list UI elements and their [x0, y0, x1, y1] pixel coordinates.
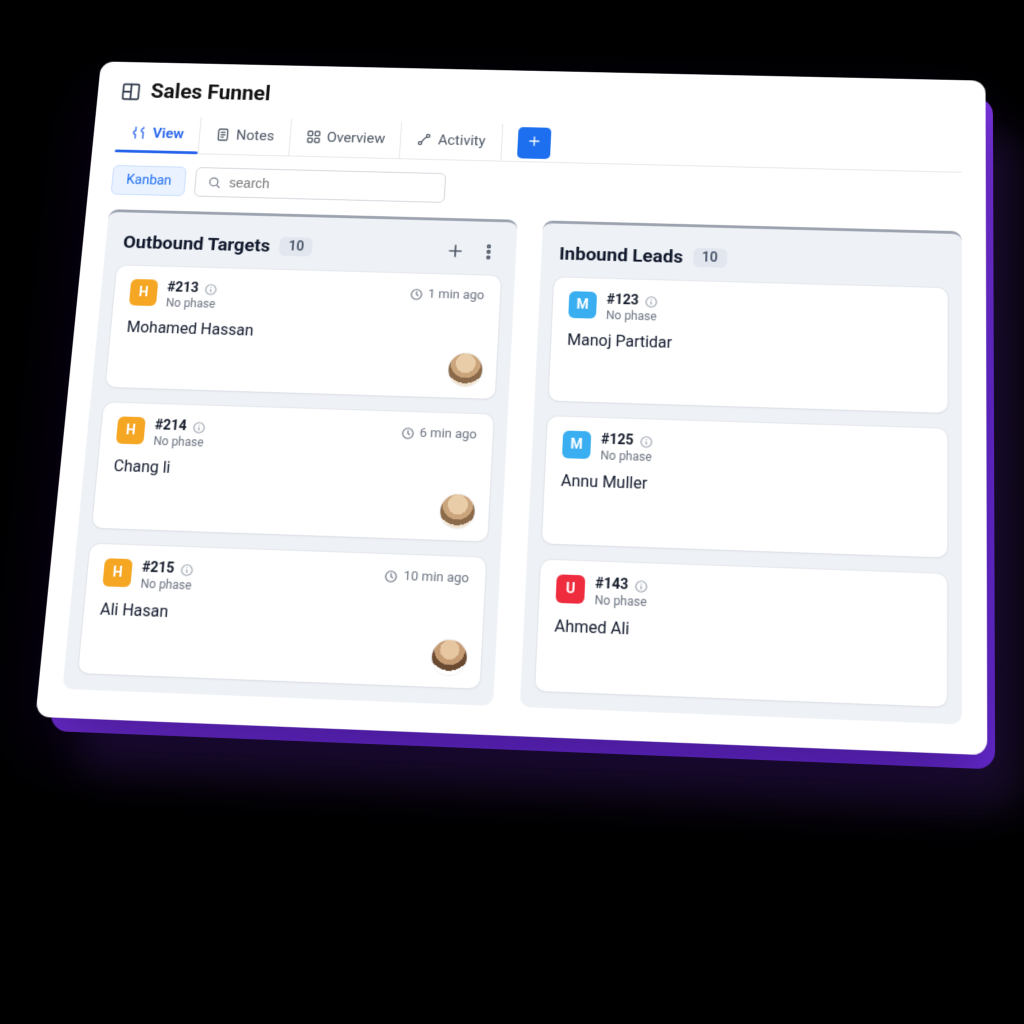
card-name: Manoj Partidar [567, 330, 932, 359]
view-mode-label: Kanban [126, 173, 173, 189]
kanban-card[interactable]: H #214 No phase 6 min ago [92, 402, 494, 541]
search-icon [207, 175, 222, 190]
tab-activity[interactable]: Activity [400, 122, 503, 161]
card-initial-badge: H [102, 558, 132, 587]
card-timestamp: 10 min ago [384, 568, 470, 586]
kanban-columns: Outbound Targets 10 [62, 209, 961, 724]
add-tab-button[interactable] [517, 127, 551, 159]
route-icon [416, 132, 432, 147]
grid-icon [305, 129, 321, 144]
column-title: Outbound Targets [122, 231, 271, 256]
page-title: Sales Funnel [120, 80, 962, 122]
assignee-avatar[interactable] [431, 639, 468, 675]
card-name: Ali Hasan [99, 599, 467, 632]
card-timestamp: 6 min ago [400, 425, 477, 442]
card-initial-badge: H [129, 279, 158, 306]
info-icon[interactable] [204, 282, 219, 296]
card-phase: No phase [600, 448, 653, 464]
kanban-card[interactable]: M #123 No phase Manoj Partidar [549, 277, 948, 413]
tab-notes[interactable]: Notes [198, 117, 291, 156]
tab-label: Notes [235, 127, 274, 144]
add-card-button[interactable] [445, 241, 466, 260]
card-name: Annu Muller [561, 471, 931, 502]
column-inbound-leads: Inbound Leads 10 M #123 No phase [520, 220, 962, 724]
card-name: Mohamed Hassan [126, 318, 483, 347]
assignee-avatar[interactable] [448, 353, 484, 387]
card-phase: No phase [594, 593, 648, 609]
column-count: 10 [693, 247, 727, 267]
card-initial-badge: H [116, 416, 146, 444]
info-icon[interactable] [180, 562, 195, 577]
card-initial-badge: U [556, 574, 586, 604]
card-id: #143 [595, 576, 629, 593]
info-icon[interactable] [645, 294, 659, 308]
tab-label: Activity [438, 132, 486, 150]
clock-icon [384, 569, 399, 584]
card-initial-badge: M [568, 291, 597, 319]
page-title-text: Sales Funnel [150, 81, 272, 106]
card-phase: No phase [165, 296, 217, 311]
column-menu-button[interactable] [478, 242, 499, 261]
kanban-card[interactable]: U #143 No phase Ahmed Ali [535, 560, 947, 707]
tab-view[interactable]: View [115, 115, 202, 153]
info-icon[interactable] [192, 420, 207, 434]
card-phase: No phase [153, 434, 206, 449]
card-phase: No phase [606, 308, 659, 323]
clock-icon [400, 426, 415, 440]
card-name: Chang li [113, 456, 475, 487]
search-input[interactable] [229, 175, 434, 195]
card-id: #214 [154, 418, 187, 435]
card-id: #213 [167, 280, 200, 296]
column-title: Inbound Leads [559, 242, 684, 267]
info-icon[interactable] [639, 434, 654, 448]
view-mode-pill[interactable]: Kanban [111, 165, 188, 196]
tab-overview[interactable]: Overview [289, 119, 403, 158]
column-count: 10 [279, 236, 313, 256]
column-outbound-targets: Outbound Targets 10 [62, 209, 517, 706]
kanban-card[interactable]: M #125 No phase Annu Muller [542, 416, 948, 557]
plus-icon [526, 134, 542, 153]
card-initial-badge: M [562, 430, 591, 459]
column-header: Outbound Targets 10 [122, 231, 499, 263]
card-id: #215 [141, 560, 175, 577]
card-id: #123 [606, 292, 639, 308]
tab-label: View [152, 125, 185, 142]
card-id: #125 [601, 432, 634, 449]
app-panel: Sales Funnel View Notes Overview [35, 61, 987, 755]
card-name: Ahmed Ali [554, 616, 930, 650]
layout-board-icon [120, 81, 143, 101]
card-phase: No phase [140, 577, 194, 593]
assignee-avatar[interactable] [439, 494, 475, 529]
clock-icon [409, 287, 424, 301]
search-box[interactable] [194, 167, 447, 203]
card-timestamp: 1 min ago [409, 287, 485, 303]
column-header: Inbound Leads 10 [559, 242, 944, 274]
info-icon[interactable] [634, 578, 649, 593]
kanban-card[interactable]: H #213 No phase 1 min ago [106, 265, 502, 399]
notes-icon [215, 127, 231, 142]
tab-label: Overview [326, 129, 386, 147]
kanban-card[interactable]: H #215 No phase 10 min ago [78, 544, 486, 689]
adjust-icon [131, 125, 148, 140]
